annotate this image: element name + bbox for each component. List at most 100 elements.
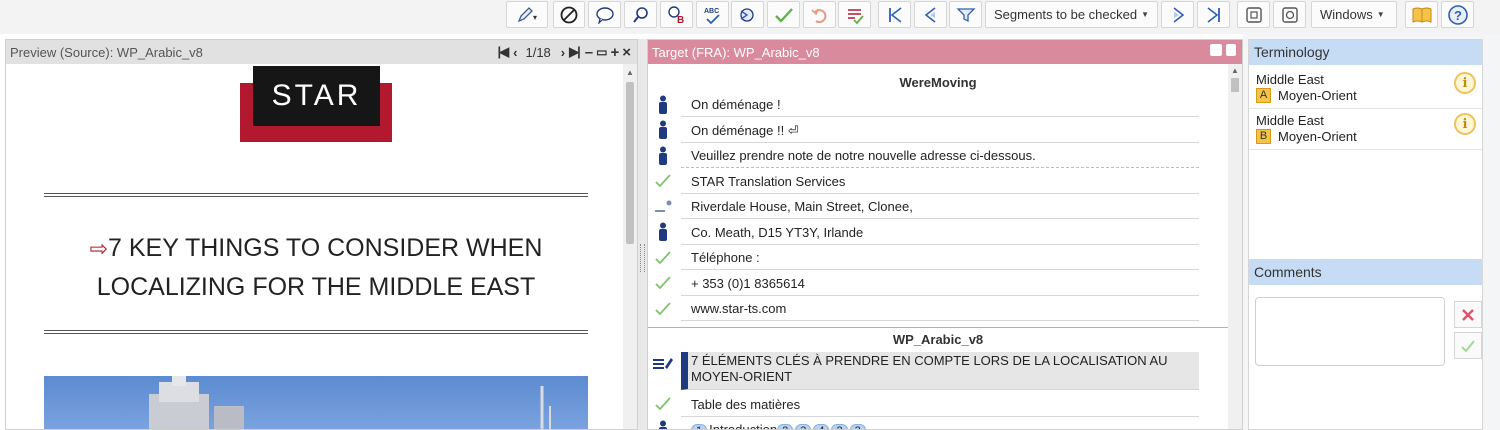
spell-ab-icon: B [667,5,684,25]
segment-text[interactable]: + 353 (0)1 8365614 [681,271,1199,296]
segment-status [648,245,678,270]
segment-text[interactable]: Téléphone : [681,245,1199,270]
next-page-icon[interactable]: › [561,45,566,60]
svg-text:B: B [677,15,684,25]
search-button[interactable] [624,1,657,28]
pencil-button[interactable]: ▾ [506,1,548,28]
repair-icon [739,7,754,22]
splitter-grip[interactable] [640,244,645,272]
tag-chip[interactable]: 3 [849,424,866,429]
segment-text[interactable]: On déménage ! [681,92,1199,117]
preview-scrollbar[interactable]: ▲ [623,64,637,429]
first-page-icon[interactable]: |◀ [498,44,510,60]
preview-source-panel: Preview (Source): WP_Arabic_v8 |◀ ‹ 1/18… [5,39,638,430]
accept-comment-button[interactable] [1454,332,1482,359]
segment-row[interactable]: + 353 (0)1 8365614 [648,271,1228,297]
segment-row[interactable]: Co. Meath, D15 YT3Y, Irlande [648,220,1228,246]
target-scrollbar[interactable]: ▲ [1228,64,1242,429]
target-panel-header: Target (FRA): WP_Arabic_v8 [648,40,1242,64]
minimize-icon[interactable]: – [585,44,593,61]
term-entry[interactable]: Middle East A Moyen-Orient i [1249,67,1482,109]
segment-text[interactable]: On déménage !! ⏎ [681,118,1199,143]
fit-screen-button[interactable] [1237,1,1270,28]
segment-row[interactable]: Table des matières [648,392,1228,418]
segment-text[interactable]: Veuillez prendre note de notre nouvelle … [681,143,1199,168]
windows-dropdown[interactable]: Windows ▼ [1311,1,1397,28]
terminology-panel: Terminology Middle East A Moyen-Orient i … [1248,39,1483,262]
spell-check-button[interactable]: B [660,1,693,28]
segment-text[interactable]: 7 ÉLÉMENTS CLÉS À PRENDRE EN COMPTE LORS… [681,351,1199,390]
confirm-button[interactable] [767,1,800,28]
page-indicator: 1/18 [525,44,551,60]
checklist-button[interactable] [838,1,871,28]
funnel-icon [955,7,976,22]
preview-panel-title: Preview (Source): WP_Arabic_v8 [10,44,203,60]
comments-panel: Comments [1248,259,1483,430]
panel-splitter[interactable] [638,39,647,430]
delete-x-icon [1462,308,1474,321]
info-icon[interactable]: i [1454,113,1476,135]
segment-status [648,417,678,429]
segment-text[interactable]: 1Introduction23423 [681,417,1199,429]
close-icon[interactable]: × [622,44,631,61]
tag-chip[interactable]: 4 [813,424,830,429]
segment-text[interactable]: www.star-ts.com [681,296,1199,321]
last-page-icon[interactable]: ▶| [569,44,581,60]
segment-status [648,220,678,245]
segment-row[interactable]: STAR Translation Services [648,169,1228,195]
main-toolbar: ▾ B ABC Segments to be checked ▼ Windows… [0,0,1500,34]
next-segment-icon [1173,6,1184,23]
segment-filter-dropdown[interactable]: Segments to be checked ▼ [985,1,1158,28]
segment-text[interactable]: Co. Meath, D15 YT3Y, Irlande [681,220,1199,245]
term-entry[interactable]: Middle East B Moyen-Orient i [1249,108,1482,150]
segment-text[interactable]: Riverdale House, Main Street, Clonee, [681,194,1199,219]
dictionary-button[interactable] [1405,1,1438,28]
target-panel-title: Target (FRA): WP_Arabic_v8 [652,44,820,60]
panel-toggle-icon[interactable] [1210,44,1222,56]
refresh-button[interactable] [1273,1,1306,28]
help-button[interactable]: ? [1441,1,1474,28]
filter-button[interactable] [949,1,982,28]
monitor-icon[interactable]: ▭ [596,45,607,59]
segment-status [648,296,678,321]
confirmed-check-icon [655,397,671,411]
segment-list: WereMoving On déménage ! On déménage !! ⏎ V… [648,64,1228,429]
segment-status [648,352,678,377]
scroll-up-icon[interactable]: ▲ [626,68,634,77]
segment-group-title: WereMoving [899,75,977,90]
delete-comment-button[interactable] [1454,301,1482,328]
last-segment-button[interactable] [1197,1,1230,28]
segment-text[interactable]: STAR Translation Services [681,169,1199,194]
segment-row[interactable]: 7 ÉLÉMENTS CLÉS À PRENDRE EN COMPTE LORS… [648,351,1228,390]
scroll-thumb[interactable] [626,82,634,244]
term-source: Middle East [1256,72,1324,87]
segment-text[interactable]: Table des matières [681,392,1199,417]
segment-row[interactable]: On déménage !! ⏎ [648,118,1228,144]
comment-input[interactable] [1255,297,1445,366]
repair-button[interactable] [731,1,764,28]
scroll-thumb[interactable] [1231,78,1239,92]
tag-chip[interactable]: 1 [691,424,708,429]
tag-chip[interactable]: 2 [831,424,848,429]
tag-chip[interactable]: 2 [777,424,794,429]
segment-row[interactable]: On déménage ! [648,92,1228,118]
plus-icon[interactable]: + [610,44,619,61]
segment-row[interactable]: Téléphone : [648,245,1228,271]
tag-chip[interactable]: 3 [795,424,812,429]
comment-button[interactable] [588,1,621,28]
previous-page-icon[interactable]: ‹ [513,45,518,60]
next-segment-button[interactable] [1161,1,1194,28]
no-edit-button[interactable] [553,1,585,28]
segment-row[interactable]: 1Introduction23423 [648,417,1228,429]
undo-button[interactable] [803,1,836,28]
segment-row[interactable]: Riverdale House, Main Street, Clonee, [648,194,1228,220]
info-icon[interactable]: i [1454,72,1476,94]
previous-segment-button[interactable] [914,1,947,28]
first-segment-button[interactable] [878,1,911,28]
panel-menu-icon[interactable] [1226,44,1236,56]
abc-check-icon: ABC [704,8,720,24]
segment-row[interactable]: www.star-ts.com [648,296,1228,322]
segment-row[interactable]: Veuillez prendre note de notre nouvelle … [648,143,1228,169]
abc-check-button[interactable]: ABC [696,1,729,28]
scroll-up-icon[interactable]: ▲ [1231,66,1239,75]
